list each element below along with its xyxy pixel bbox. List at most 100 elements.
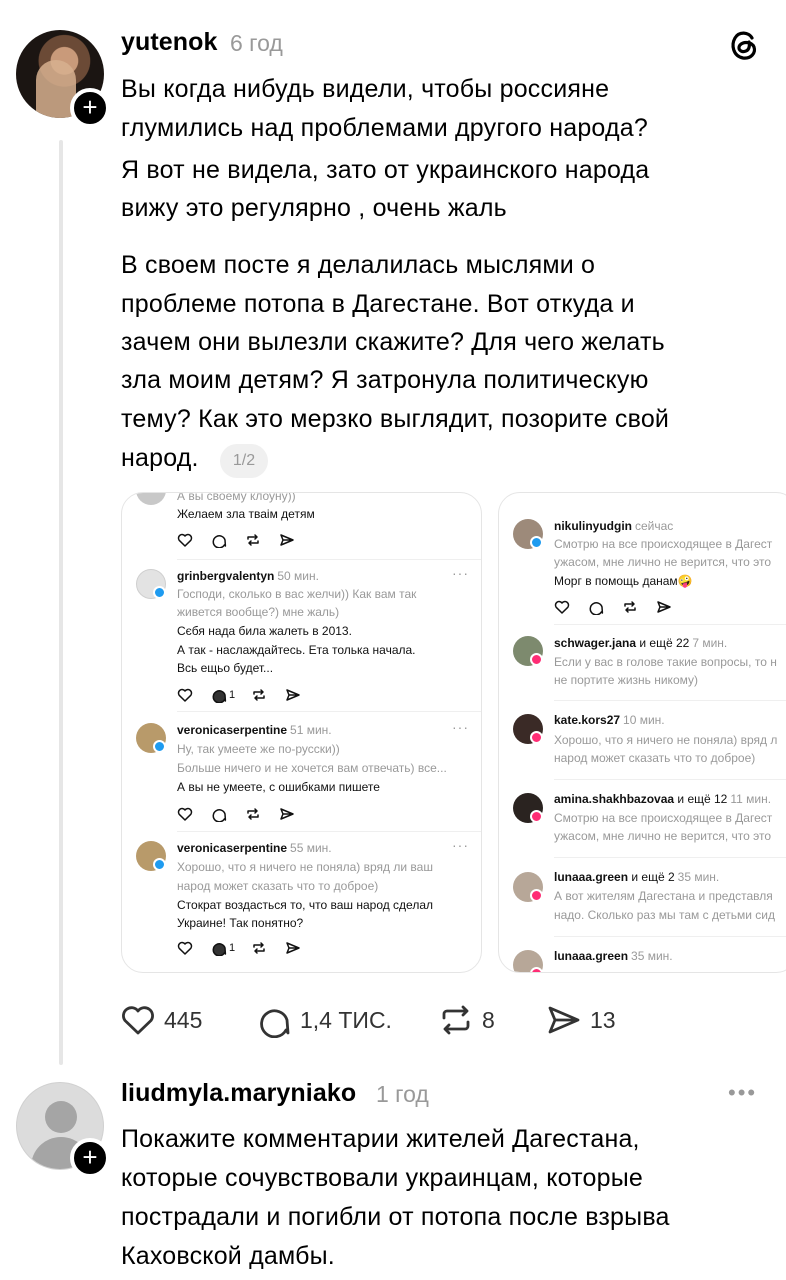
quoted-text: народ может сказать что то доброе) [554,751,756,765]
heart-icon[interactable] [554,599,570,615]
follow-plus-icon[interactable]: + [70,88,110,128]
quoted-text: народ может сказать что то доброе) [177,879,379,893]
like-badge-icon [530,810,543,823]
share-icon[interactable] [279,806,295,822]
username: lunaaa.green [554,870,629,884]
share-icon [548,1006,580,1034]
divider [554,936,786,937]
comment-actions [177,805,313,823]
quoted-text: ужасом, мне лично не верится, что это [554,555,772,569]
reply-count: 1 [229,942,236,954]
comment-username: lunaaa.green и ещё 2 35 мин. [554,870,719,884]
comment-icon[interactable] [211,532,227,548]
others-count: и ещё 12 [677,792,728,806]
comment-time: 10 мин. [623,713,665,727]
username: grinbergvalentyn [177,569,275,583]
reply-text-line: Покажите комментарии жителей Дагестана, [121,1125,640,1153]
comment-icon[interactable] [588,599,604,615]
threads-logo[interactable] [728,28,760,62]
post-text-line: тему? Как это мерзко выглядит, позорите … [121,405,670,433]
comment-username: grinbergvalentyn 50 мин. [177,569,319,583]
comment-username: kate.kors27 10 мин. [554,713,665,727]
comment-text: Сєбя нада била жалеть в 2013. [177,624,352,638]
comment-time: 7 мин. [692,636,728,650]
quoted-text: живется вообще?) мне жаль) [177,605,340,619]
heart-icon[interactable] [177,940,193,956]
post-time: 6 год [230,30,283,56]
follow-plus-icon[interactable]: + [70,1138,110,1178]
repost-button[interactable]: 8 [438,1000,495,1040]
share-icon[interactable] [279,532,295,548]
divider [177,559,481,560]
attached-screenshot[interactable]: nikulinyudgin сейчас Смотрю на все происх… [498,492,786,973]
post-text-line: проблеме потопа в Дагестане. Вот откуда … [121,290,635,318]
reply-badge-icon [153,586,166,599]
reply-button[interactable]: 1,4 ТИС. [256,1000,392,1040]
attached-screenshot[interactable]: А вы своему клоуну)) Желаем зла тваім де… [121,492,482,973]
heart-icon[interactable] [177,806,193,822]
post-username[interactable]: yutenok [121,28,218,57]
repost-icon [442,1005,470,1035]
quoted-text: Хорошо, что я ничего не поняла) вряд л [554,733,778,747]
repost-icon[interactable] [251,940,267,956]
heart-icon[interactable] [177,532,193,548]
quoted-text: Господи, сколько в вас желчи)) Как вам т… [177,587,417,601]
quoted-text: Хорошо, что я ничего не поняла) вряд ли … [177,860,433,874]
quoted-text: ужасом, мне лично не верится, что это [554,829,772,843]
comment-time: 35 мин. [631,949,673,963]
post-text-line: глумились над проблемами другого народа? [121,114,648,142]
reply-username[interactable]: liudmyla.maryniako [121,1079,356,1108]
share-button[interactable]: 13 [546,1000,616,1040]
quoted-text: А вот жителям Дагестана и представля [554,889,773,903]
comment-icon[interactable] [211,940,227,956]
reply-count: 1 [229,689,236,701]
more-icon[interactable]: ••• [728,1080,757,1106]
repost-icon[interactable] [251,687,267,703]
divider [554,779,786,780]
post-text-line: Вы когда нибудь видели, чтобы россияне [121,75,610,103]
comment-username: lunaaa.green 35 мин. [554,949,673,963]
username: kate.kors27 [554,713,621,727]
repost-icon[interactable] [622,599,638,615]
more-icon[interactable]: ··· [452,719,469,735]
post-text-line: Я вот не видела, зато от украинского нар… [121,156,650,184]
username: lunaaa.green [554,949,629,963]
comment-actions: 1 [177,686,319,704]
post-text-line: народ. [121,444,199,472]
comment-icon[interactable] [211,806,227,822]
comment-actions [177,531,313,549]
more-icon[interactable]: ··· [452,837,469,853]
like-count: 445 [164,1006,203,1033]
post-text-line: вижу это регулярно , очень жаль [121,194,507,222]
repost-count: 8 [482,1006,495,1033]
heart-icon[interactable] [177,687,193,703]
comment-username: amina.shakhbazovaa и ещё 12 11 мин. [554,792,771,806]
comment-icon[interactable] [211,687,227,703]
quoted-text: А вы своему клоуну)) [177,492,296,503]
comment-time: 51 мин. [290,723,332,737]
reply-time: 1 год [376,1081,429,1107]
comment-username: nikulinyudgin сейчас [554,519,673,533]
share-icon[interactable] [285,940,301,956]
username: nikulinyudgin [554,519,632,533]
comment-icon [260,1009,290,1038]
avatar-placeholder-head [45,1101,77,1133]
post-text-line: зла моим детям? Я затронула политическую [121,366,649,394]
divider [554,624,786,625]
comment-text: Украине! Так понятно? [177,916,304,930]
comment-time: 55 мин. [290,841,332,855]
divider [177,831,481,832]
repost-icon[interactable] [245,532,261,548]
reply-badge-icon [153,858,166,871]
share-count: 13 [590,1006,616,1033]
share-icon[interactable] [656,599,672,615]
like-button[interactable]: 445 [120,1000,202,1040]
repost-icon[interactable] [245,806,261,822]
comment-actions: 1 [177,939,319,957]
comment-text: Желаем зла тваім детям [177,507,315,521]
others-count: и ещё 2 [631,870,675,884]
more-icon[interactable]: ··· [452,565,469,581]
username: veronicaserpentine [177,723,288,737]
share-icon[interactable] [285,687,301,703]
comment-text: Стократ воздасться то, что ваш народ сде… [177,898,434,912]
